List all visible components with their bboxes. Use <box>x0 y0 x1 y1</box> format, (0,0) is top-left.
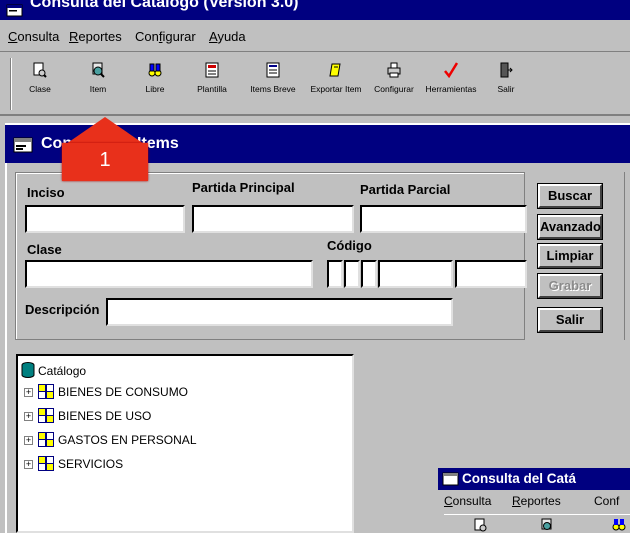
tree-item-label: BIENES DE USO <box>58 409 152 423</box>
mini-binoculars-icon[interactable] <box>612 517 626 531</box>
mini-menu-reportes[interactable]: Reportes <box>512 494 561 508</box>
tree-item-label: SERVICIOS <box>58 457 124 471</box>
menu-consulta[interactable]: Consulta <box>8 29 59 44</box>
inciso-label: Inciso <box>27 185 65 200</box>
check-tool-icon <box>444 62 458 78</box>
menu-reportes[interactable]: Reportes <box>69 29 122 44</box>
codigo-field-5[interactable] <box>455 260 527 288</box>
descripcion-field[interactable] <box>106 298 453 326</box>
partida-parcial-label: Partida Parcial <box>360 182 451 197</box>
callout-number: 1 <box>99 149 111 171</box>
mini-window: Consulta del Catá Consulta Reportes Conf <box>438 468 630 533</box>
tree-item[interactable]: + GASTOS EN PERSONAL <box>18 432 348 454</box>
menu-ayuda[interactable]: Ayuda <box>209 29 246 44</box>
tree-item[interactable]: + BIENES DE CONSUMO <box>18 384 348 406</box>
expand-icon[interactable]: + <box>24 436 33 445</box>
salir-button[interactable]: Salir <box>538 308 602 332</box>
mini-menu-consulta[interactable]: Consulta <box>444 494 491 508</box>
mini-toolbar <box>444 514 630 533</box>
codigo-field-4[interactable] <box>378 260 453 288</box>
step-callout: 1 <box>62 115 148 181</box>
inciso-field[interactable] <box>25 205 185 233</box>
toolbar-clase-button[interactable]: Clase <box>20 58 60 110</box>
mini-window-title-bar: Consulta del Catá <box>438 468 630 490</box>
toolbar-exportar-item-button[interactable]: Exportar Item <box>306 58 366 110</box>
exit-door-icon <box>500 62 513 78</box>
app-window-icon <box>6 4 23 17</box>
partial-panel-edge <box>624 172 630 340</box>
printer-icon <box>387 62 401 78</box>
toolbar-separator <box>10 58 12 110</box>
toolbar-plantilla-button[interactable]: Plantilla <box>192 58 232 110</box>
partida-principal-field[interactable] <box>192 205 354 233</box>
menu-configurar[interactable]: Configurar <box>135 29 196 44</box>
mini-magnifier-icon[interactable] <box>540 518 554 532</box>
clase-label: Clase <box>27 242 62 257</box>
avanzado-button[interactable]: Avanzado <box>538 215 602 239</box>
category-grid-icon <box>38 408 54 423</box>
tree-root[interactable]: Catálogo <box>18 362 348 384</box>
toolbar-items-breve-button[interactable]: Items Breve <box>246 58 300 110</box>
toolbar-configurar-button[interactable]: Configurar <box>368 58 420 110</box>
partida-parcial-field[interactable] <box>360 205 527 233</box>
buscar-button[interactable]: Buscar <box>538 184 602 208</box>
document-search-icon <box>33 62 47 78</box>
category-grid-icon <box>38 432 54 447</box>
grabar-button[interactable]: Grabar <box>538 274 602 298</box>
category-grid-icon <box>38 456 54 471</box>
partida-principal-label: Partida Principal <box>192 180 295 195</box>
mini-window-icon <box>442 472 459 486</box>
main-title-bar: Consulta del Catálogo (Versión 3.0) <box>0 0 630 20</box>
codigo-field-3[interactable] <box>361 260 377 288</box>
tree-item-label: BIENES DE CONSUMO <box>58 385 189 399</box>
tree-root-label: Catálogo <box>38 364 87 378</box>
child-window-icon <box>13 137 33 153</box>
magnifier-icon <box>92 62 105 78</box>
mini-document-search-icon[interactable] <box>474 518 488 532</box>
window-title: Consulta del Catálogo (Versión 3.0) <box>30 0 299 11</box>
toolbar-salir-button[interactable]: Salir <box>488 58 524 110</box>
export-icon <box>329 63 341 77</box>
expand-icon[interactable]: + <box>24 388 33 397</box>
mini-menu-configurar[interactable]: Conf <box>594 494 619 508</box>
expand-icon[interactable]: + <box>24 460 33 469</box>
mini-menu-bar: Consulta Reportes Conf <box>438 490 630 512</box>
codigo-field-1[interactable] <box>327 260 343 288</box>
toolbar-herramientas-button[interactable]: Herramientas <box>422 58 480 110</box>
menu-bar: Consulta Reportes Configurar Ayuda <box>0 20 630 52</box>
category-grid-icon <box>38 384 54 399</box>
toolbar: Clase Item Libre Plantilla Items Breve E… <box>0 52 630 116</box>
clase-field[interactable] <box>25 260 313 288</box>
list-icon <box>266 62 280 78</box>
tree-item[interactable]: + SERVICIOS <box>18 456 348 478</box>
expand-icon[interactable]: + <box>24 412 33 421</box>
toolbar-item-button[interactable]: Item <box>78 58 118 110</box>
toolbar-libre-button[interactable]: Libre <box>135 58 175 110</box>
catalog-tree[interactable]: Catálogo + BIENES DE CONSUMO + BIENES DE… <box>16 354 354 533</box>
tree-item-label: GASTOS EN PERSONAL <box>58 433 197 447</box>
binoculars-icon <box>148 63 162 77</box>
descripcion-label: Descripción <box>25 302 100 317</box>
limpiar-button[interactable]: Limpiar <box>538 244 602 268</box>
tree-item[interactable]: + BIENES DE USO <box>18 408 348 430</box>
template-icon <box>205 62 219 78</box>
codigo-label: Código <box>327 238 372 253</box>
mini-window-title: Consulta del Catá <box>462 471 577 486</box>
codigo-field-2[interactable] <box>344 260 360 288</box>
database-icon <box>21 362 35 378</box>
